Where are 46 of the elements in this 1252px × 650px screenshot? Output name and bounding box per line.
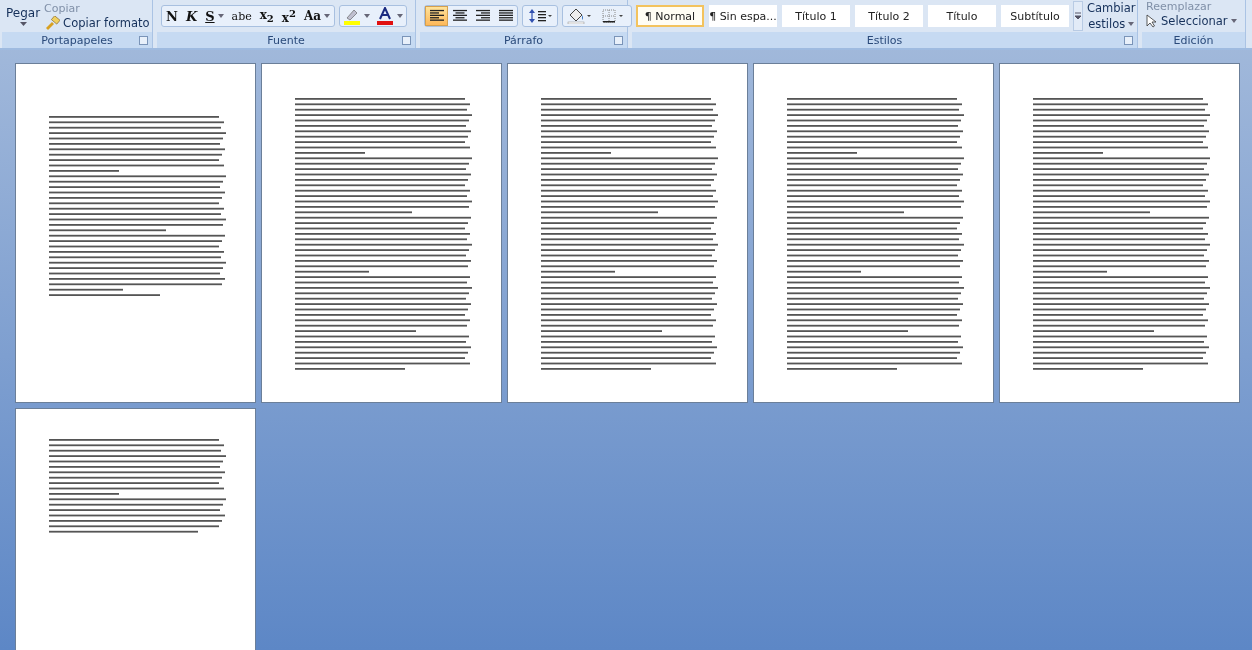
format-button[interactable]: N — [162, 6, 182, 26]
align-icon — [497, 9, 514, 23]
caret-icon — [1128, 22, 1135, 26]
dialog-launcher-icon[interactable] — [139, 36, 148, 45]
paste-button[interactable]: Pegar — [6, 6, 41, 26]
format-button[interactable]: abe — [227, 6, 256, 26]
dialog-launcher-icon[interactable] — [614, 36, 623, 45]
style-option[interactable]: Título 2 — [855, 5, 923, 27]
dialog-launcher-icon[interactable] — [1124, 36, 1133, 45]
caret-icon — [217, 14, 224, 18]
highlighter-icon — [343, 7, 362, 25]
paintbrush-icon — [44, 16, 61, 30]
format-button[interactable]: Aa — [299, 6, 335, 26]
group-label: Edición — [1173, 33, 1214, 47]
caret-icon — [397, 14, 404, 18]
pointer-icon — [1146, 14, 1158, 28]
dialog-launcher-icon[interactable] — [402, 36, 411, 45]
style-option[interactable]: Título 1 — [782, 5, 850, 27]
caret-icon — [19, 22, 27, 26]
style-option[interactable]: Título — [928, 5, 996, 27]
format-button[interactable]: x$_{2}$ — [255, 6, 278, 26]
format-painter-button[interactable]: Copiar formato — [44, 16, 150, 30]
group-label: Estilos — [866, 33, 903, 47]
align-icon — [474, 9, 491, 23]
format-button[interactable]: x$^{2}$ — [277, 6, 300, 26]
caret-icon — [324, 14, 331, 18]
align-icon — [451, 9, 468, 23]
group-label: Fuente — [267, 33, 305, 47]
expand-icon — [1074, 12, 1082, 20]
style-option[interactable]: ¶ Sin espa... — [709, 5, 777, 27]
caret-icon — [364, 14, 371, 18]
align-button[interactable] — [425, 6, 448, 26]
style-option[interactable]: ¶ Normal — [636, 5, 704, 27]
line-spacing-icon — [528, 8, 552, 24]
group-label: Portapapeles — [41, 33, 113, 47]
caret-icon — [1230, 19, 1237, 23]
align-icon — [428, 9, 445, 23]
format-button[interactable]: K — [181, 6, 202, 26]
paint-bucket-icon — [567, 8, 593, 24]
gallery-more-button[interactable] — [1073, 1, 1083, 31]
style-option[interactable]: Subtítulo — [1001, 5, 1069, 27]
font-color-icon — [376, 7, 395, 25]
group-label: Párrafo — [503, 33, 544, 47]
select-button[interactable]: Seleccionar — [1146, 14, 1237, 28]
format-button[interactable]: S — [201, 6, 228, 26]
change-styles-button[interactable]: Cambiar estilos — [1087, 1, 1136, 31]
